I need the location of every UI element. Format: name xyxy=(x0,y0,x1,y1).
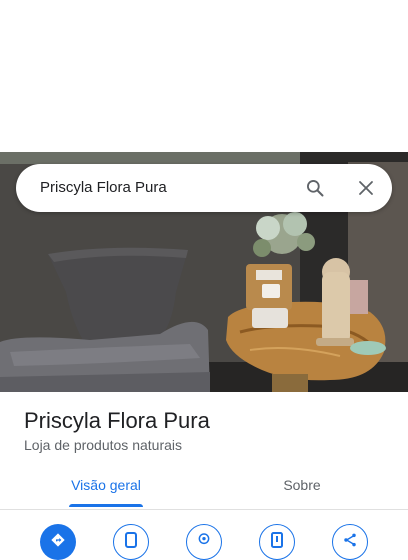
location-pin-icon xyxy=(196,532,212,553)
save-button[interactable] xyxy=(259,524,295,560)
tab-selected-indicator xyxy=(69,504,143,507)
search-bar[interactable]: Priscyla Flora Pura xyxy=(16,164,392,212)
place-title: Priscyla Flora Pura xyxy=(24,408,210,433)
tab-overview[interactable]: Visão geral xyxy=(24,467,188,509)
tab-bar: Visão geral Sobre xyxy=(0,467,408,510)
nearby-button[interactable] xyxy=(186,524,222,560)
save-icon xyxy=(270,531,284,553)
phone-icon xyxy=(124,531,138,553)
share-button[interactable] xyxy=(332,524,368,560)
share-icon xyxy=(342,532,358,553)
search-icon[interactable] xyxy=(303,176,327,200)
directions-button[interactable] xyxy=(40,524,76,560)
directions-icon xyxy=(50,532,66,553)
close-icon[interactable] xyxy=(354,176,378,200)
tab-about[interactable]: Sobre xyxy=(204,467,400,509)
call-button[interactable] xyxy=(113,524,149,560)
place-category: Loja de produtos naturais xyxy=(24,437,182,453)
blank-top-area xyxy=(0,0,408,152)
search-input[interactable]: Priscyla Flora Pura xyxy=(40,164,167,212)
